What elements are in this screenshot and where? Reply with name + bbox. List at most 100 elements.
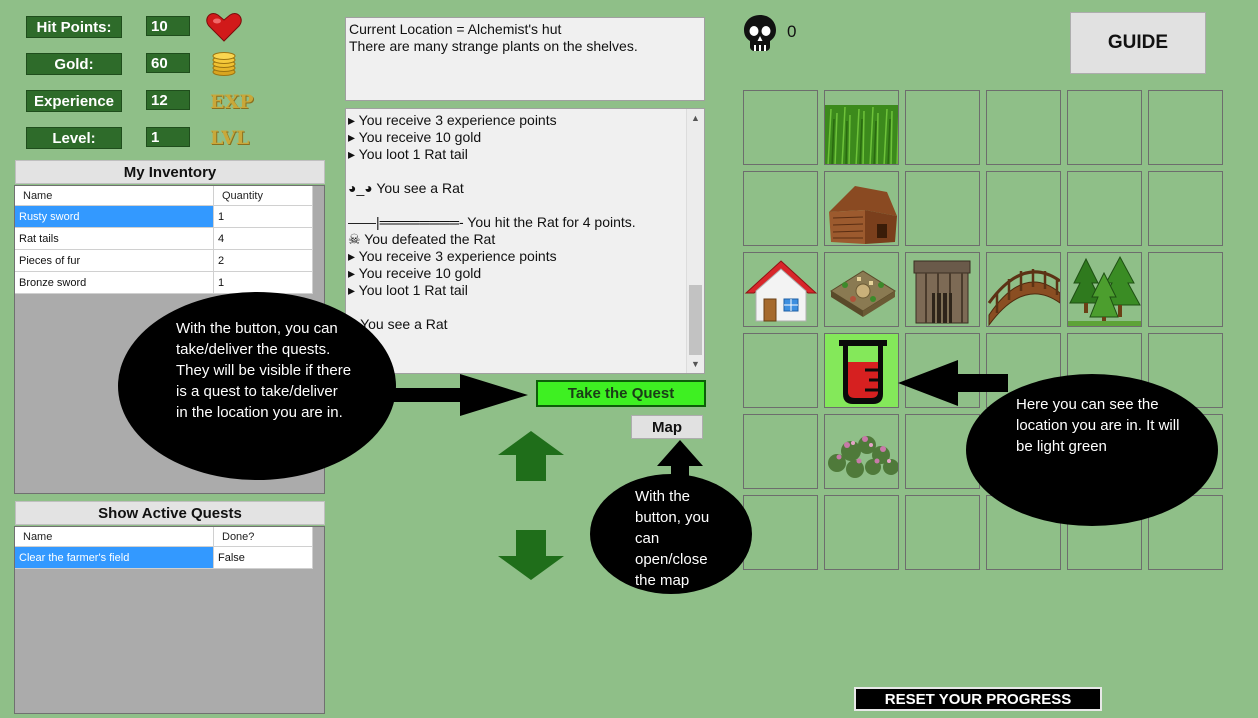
level-value: 1 — [146, 127, 190, 147]
move-down-arrow-icon[interactable] — [498, 530, 564, 580]
scroll-up-icon[interactable]: ▲ — [691, 113, 700, 123]
inventory-header: My Inventory — [15, 160, 325, 184]
inventory-item-name[interactable]: Bronze sword — [15, 271, 214, 294]
map-tile-empty[interactable] — [1067, 171, 1142, 246]
log-line: ☠ You defeated the Rat — [348, 231, 496, 247]
map-tile-empty[interactable] — [905, 171, 980, 246]
heart-icon — [206, 13, 242, 42]
map-tile-farmhouse[interactable] — [824, 171, 899, 246]
hit-points-label: Hit Points: — [26, 16, 122, 38]
guard-post-icon — [913, 260, 971, 324]
location-description[interactable]: Current Location = Alchemist's hut There… — [345, 17, 705, 101]
map-tile-alchemist-hut-current[interactable] — [824, 333, 899, 408]
hit-points-value: 10 — [146, 16, 190, 36]
potion-beaker-icon — [839, 340, 887, 404]
level-label: Level: — [26, 127, 122, 149]
reset-progress-button[interactable]: RESET YOUR PROGRESS — [854, 687, 1102, 711]
map-tile-guard-post[interactable] — [905, 252, 980, 327]
inventory-item-quantity[interactable]: 1 — [213, 271, 313, 294]
level-icon: LVL — [210, 127, 250, 149]
take-quest-button[interactable]: Take the Quest — [536, 380, 706, 407]
quest-done[interactable]: False — [213, 546, 313, 569]
location-title: Current Location = Alchemist's hut — [349, 21, 562, 37]
inventory-item-name[interactable]: Rusty sword — [15, 205, 214, 228]
log-scrollbar[interactable]: ▲ ▼ — [686, 109, 704, 373]
guide-button[interactable]: GUIDE — [1070, 12, 1206, 74]
map-tile-grass[interactable] — [824, 90, 899, 165]
inventory-item-name[interactable]: Rat tails — [15, 227, 214, 250]
location-text: There are many strange plants on the she… — [349, 38, 638, 54]
log-line: ——|════════- You hit the Rat for 4 point… — [348, 214, 636, 230]
skull-icon — [744, 15, 776, 51]
map-tile-empty[interactable] — [743, 333, 818, 408]
log-scroll-thumb[interactable] — [689, 285, 702, 355]
inventory-row[interactable]: Bronze sword 1 — [15, 271, 313, 294]
message-log[interactable]: ▸ You receive 3 experience points ▸ You … — [345, 108, 705, 374]
log-line: ▸ You receive 3 experience points — [348, 112, 557, 128]
map-button[interactable]: Map — [631, 415, 703, 439]
scroll-down-icon[interactable]: ▼ — [691, 359, 700, 369]
inventory-column-name[interactable]: Name — [15, 186, 214, 206]
farmhouse-icon — [829, 186, 897, 244]
map-tile-forest[interactable] — [1067, 252, 1142, 327]
map-tile-empty[interactable] — [743, 495, 818, 570]
log-line: ▸ You loot 1 Rat tail — [348, 282, 468, 298]
town-square-icon — [830, 270, 896, 317]
log-line: ◕ You see a Rat — [348, 316, 448, 332]
bridge-icon — [987, 269, 1060, 326]
active-quests-header[interactable]: Show Active Quests — [15, 501, 325, 525]
gold-label: Gold: — [26, 53, 122, 75]
experience-value: 12 — [146, 90, 190, 110]
inventory-item-quantity[interactable]: 1 — [213, 205, 313, 228]
home-icon — [744, 260, 817, 322]
map-button-callout: With the button, you can open/close the … — [590, 474, 752, 594]
quest-button-callout: With the button, you can take/deliver th… — [118, 292, 396, 480]
forest-icon — [1068, 255, 1141, 326]
map-tile-empty[interactable] — [905, 495, 980, 570]
inventory-row[interactable]: Pieces of fur 2 — [15, 249, 313, 272]
arrow-to-current-location-icon — [898, 360, 1008, 406]
location-callout: Here you can see the location you are in… — [966, 374, 1218, 526]
grass-field-icon — [825, 105, 898, 164]
gold-coins-icon — [212, 52, 236, 76]
quests-column-done[interactable]: Done? — [213, 527, 313, 547]
quests-column-name[interactable]: Name — [15, 527, 214, 547]
log-line: ▸ You loot 1 Rat tail — [348, 146, 468, 162]
map-tile-empty[interactable] — [1148, 90, 1223, 165]
map-tile-empty[interactable] — [743, 90, 818, 165]
kill-count: 0 — [787, 22, 797, 41]
log-line: ▸ You receive 3 experience points — [348, 248, 557, 264]
inventory-item-name[interactable]: Pieces of fur — [15, 249, 214, 272]
map-tile-empty[interactable] — [1148, 252, 1223, 327]
inventory-item-quantity[interactable]: 2 — [213, 249, 313, 272]
gold-value: 60 — [146, 53, 190, 73]
quest-row[interactable]: Clear the farmer's field False — [15, 546, 313, 569]
arrow-to-quest-button-icon — [390, 374, 528, 416]
map-tile-empty[interactable] — [986, 171, 1061, 246]
exp-icon: EXP — [210, 91, 254, 113]
map-tile-home[interactable] — [743, 252, 818, 327]
map-tile-empty[interactable] — [1067, 90, 1142, 165]
map-tile-empty[interactable] — [743, 171, 818, 246]
inventory-column-quantity[interactable]: Quantity — [213, 186, 313, 206]
quest-name[interactable]: Clear the farmer's field — [15, 546, 214, 569]
move-up-arrow-icon[interactable] — [498, 431, 564, 481]
map-tile-empty[interactable] — [824, 495, 899, 570]
map-tile-empty[interactable] — [905, 90, 980, 165]
quests-grid[interactable]: Name Done? Clear the farmer's field Fals… — [14, 526, 325, 714]
log-line: ▸ You receive 10 gold — [348, 129, 482, 145]
log-line: ◕_◕ You see a Rat — [348, 180, 464, 196]
herb-garden-icon — [828, 436, 898, 478]
map-tile-town-square[interactable] — [824, 252, 899, 327]
map-tile-empty[interactable] — [743, 414, 818, 489]
map-tile-bridge[interactable] — [986, 252, 1061, 327]
map-tile-empty[interactable] — [986, 90, 1061, 165]
inventory-row[interactable]: Rusty sword 1 — [15, 205, 313, 228]
inventory-item-quantity[interactable]: 4 — [213, 227, 313, 250]
map-tile-herb-garden[interactable] — [824, 414, 899, 489]
inventory-row[interactable]: Rat tails 4 — [15, 227, 313, 250]
map-tile-empty[interactable] — [1148, 171, 1223, 246]
